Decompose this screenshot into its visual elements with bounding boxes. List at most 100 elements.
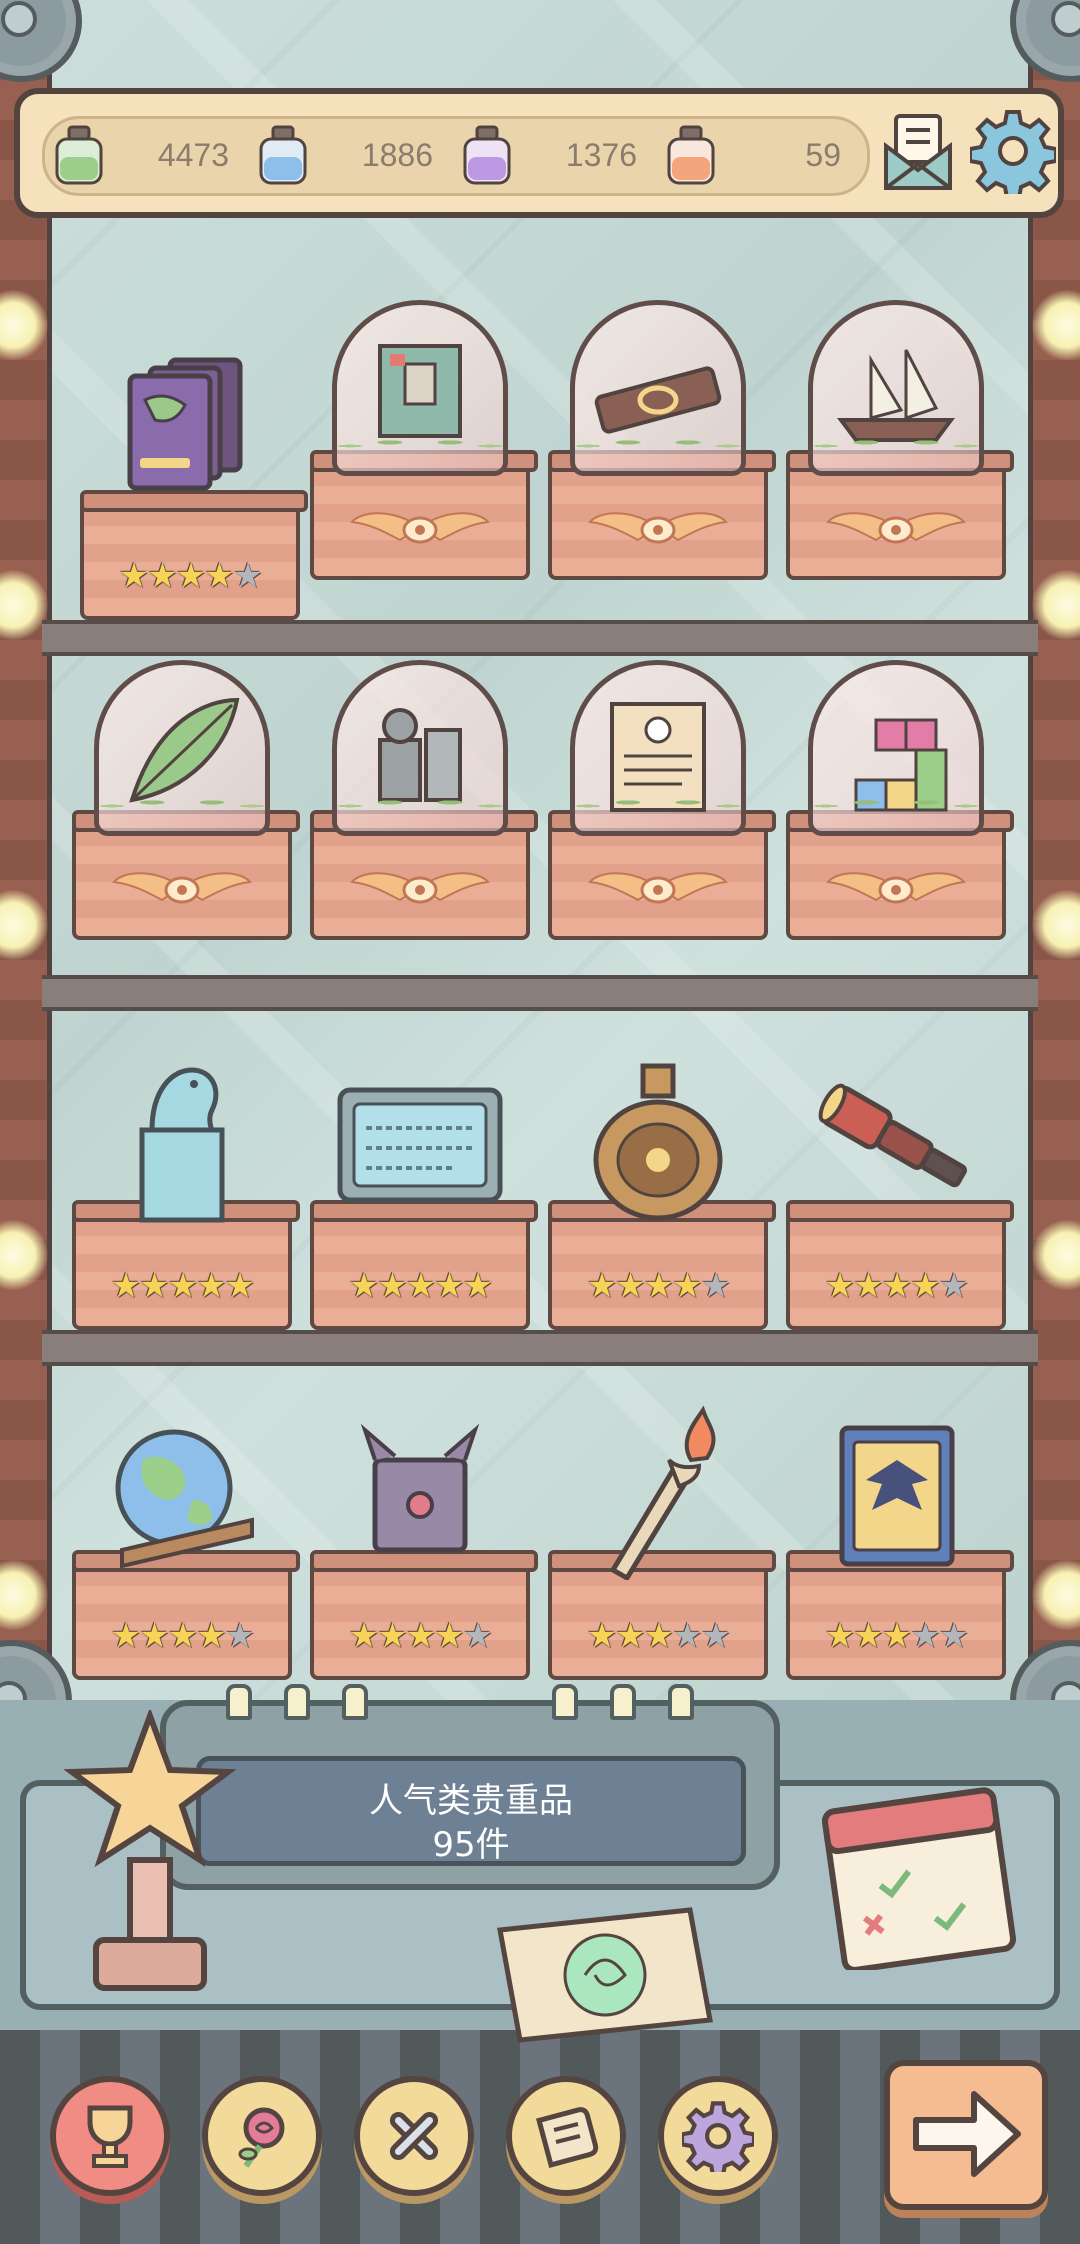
stone-tablet-icon [337,1087,503,1203]
mail-icon[interactable] [882,112,954,192]
resource-bar: 4473 1886 1376 59 [14,88,1064,218]
sign-screen: 人气类贵重品 95件 [196,1756,746,1866]
vine-leaves [796,428,996,464]
purple-ink-bottle-icon [463,125,511,185]
resource-value: 1886 [361,137,433,173]
collection-item-locked-scroll-2[interactable] [548,300,776,580]
collection-item-count: 95件 [432,1825,510,1865]
collection-item-locked-feather[interactable] [72,660,300,940]
vine-leaves [320,788,520,824]
vine-leaves [558,788,758,824]
sign-light [342,1684,368,1720]
star-filled-icon: ★ [196,1616,227,1656]
shelf-board [42,975,1038,1011]
collection-item-locked-blocks[interactable] [786,660,1014,940]
resource-value: 59 [805,137,841,173]
collection-item-locked-statue[interactable] [310,660,538,940]
treasure-map-icon[interactable] [490,1900,720,2050]
resource-value: 4473 [157,137,229,173]
collection-sign: 人气类贵重品 95件 [160,1684,780,1890]
star-empty-icon: ★ [700,1266,732,1306]
item-star-rating: ★★★★★ [72,1266,292,1306]
dragon-statue-icon [139,1067,225,1223]
blue-ink-bottle-icon [259,125,307,185]
item-star-rating: ★★★★★ [310,1266,530,1306]
nav-crossed-bones-button[interactable] [354,2076,474,2196]
winged-eye-emblem-icon [826,872,966,904]
cabinet-frame-right [1028,0,1080,1720]
collection-item-eagle-book[interactable]: ★★★★★ [786,1400,1014,1680]
star-filled-icon: ★ [910,1266,941,1306]
collection-item-locked-document[interactable] [548,660,776,940]
nav-settings-button[interactable] [658,2076,778,2196]
collection-item-spyglass[interactable]: ★★★★★ [786,1050,1014,1330]
item-star-rating: ★★★★★ [548,1266,768,1306]
green-ink-bottle-icon [55,125,103,185]
star-filled-icon: ★ [824,1266,856,1306]
vine-leaves [796,788,996,824]
shelf-board [42,620,1038,656]
collection-item-torch[interactable]: ★★★★★ [548,1400,776,1680]
vine-leaves [558,428,758,464]
collection-item-stone-tablet[interactable]: ★★★★★ [310,1050,538,1330]
star-filled-icon: ★ [853,1266,884,1306]
arrow-right-icon [913,2091,1021,2177]
winged-eye-emblem-icon [588,872,728,904]
collection-item-locked-scroll-1[interactable] [310,300,538,580]
collection-item-dragon-statue[interactable]: ★★★★★ [72,1050,300,1330]
nav-trophy-button[interactable] [50,2076,170,2196]
star-empty-icon: ★ [938,1616,970,1656]
star-filled-icon: ★ [348,1616,380,1656]
star-filled-icon: ★ [196,1266,227,1306]
star-filled-icon: ★ [204,556,235,596]
collection-item-globe[interactable]: ★★★★★ [72,1400,300,1680]
star-filled-icon: ★ [175,556,207,596]
star-filled-icon: ★ [377,1266,408,1306]
sign-light [284,1684,310,1720]
star-filled-icon: ★ [462,1266,494,1306]
star-empty-icon: ★ [462,1616,494,1656]
collection-item-locked-ship[interactable] [786,300,1014,580]
spiked-box-icon [360,1423,480,1553]
star-filled-icon: ★ [824,1616,856,1656]
book-stack-icon [127,357,243,491]
collection-item-spiked-box[interactable]: ★★★★★ [310,1400,538,1680]
star-filled-icon: ★ [672,1266,703,1306]
spyglass-icon [818,1083,967,1188]
globe-icon [115,1429,254,1569]
resource-green-ink: 4473 [45,119,245,193]
star-trophy-icon[interactable] [60,1710,240,2000]
scroll-icon [535,2107,599,2168]
star-filled-icon: ★ [110,1616,142,1656]
winged-eye-emblem-icon [826,512,966,544]
collection-item-book-stack[interactable]: ★★★★★ [80,340,308,620]
collection-item-ornate-flask[interactable]: ★★★★★ [548,1050,776,1330]
ornate-flask-icon [593,1063,723,1221]
star-filled-icon: ★ [586,1266,618,1306]
item-star-rating: ★★★★★ [548,1616,768,1656]
star-filled-icon: ★ [139,1266,170,1306]
resource-purple-ink: 1376 [453,119,653,193]
star-filled-icon: ★ [643,1266,675,1306]
star-filled-icon: ★ [615,1266,646,1306]
crossed-bones-icon [389,2111,439,2161]
star-filled-icon: ★ [643,1616,675,1656]
shelf-board [42,1330,1038,1366]
calendar-icon[interactable] [820,1770,1020,1970]
winged-eye-emblem-icon [350,872,490,904]
star-filled-icon: ★ [405,1616,437,1656]
nav-scroll-button[interactable] [506,2076,626,2196]
item-star-rating: ★★★★★ [786,1266,1006,1306]
eagle-book-icon [839,1425,955,1567]
nav-rose-button[interactable] [202,2076,322,2196]
star-filled-icon: ★ [139,1616,170,1656]
star-filled-icon: ★ [377,1616,408,1656]
settings-gear-icon[interactable] [970,108,1056,194]
item-star-rating: ★★★★★ [72,1616,292,1656]
next-page-button[interactable] [884,2060,1048,2210]
rose-icon [238,2107,285,2168]
star-filled-icon: ★ [853,1616,884,1656]
star-filled-icon: ★ [434,1266,465,1306]
star-filled-icon: ★ [167,1266,199,1306]
resource-orange-ink: 59 [657,119,857,193]
